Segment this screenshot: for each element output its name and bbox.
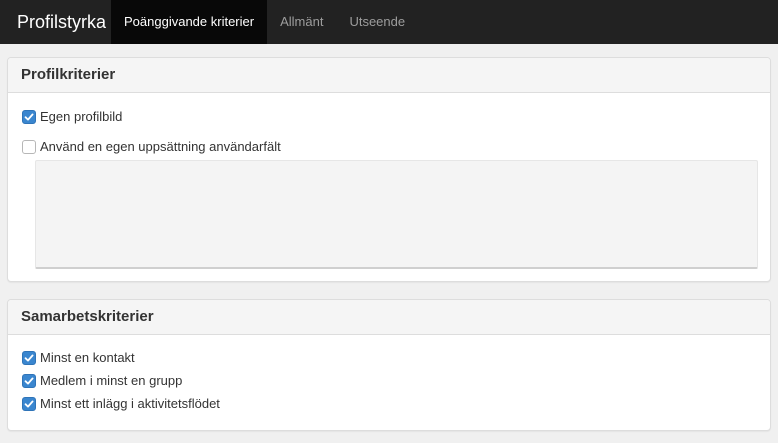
checkbox-checked[interactable] [22,373,36,388]
panel-title: Samarbetskriterier [8,300,770,335]
option-own-profile-picture[interactable]: Egen profilbild [22,109,122,124]
option-min-one-contact[interactable]: Minst en kontakt [22,350,135,365]
user-fields-textarea[interactable] [35,160,758,269]
panel-title: Profilkriterier [8,58,770,93]
option-label: Använd en egen uppsättning användarfält [40,139,281,154]
top-navbar: Profilstyrka Poänggivande kriterier Allm… [0,0,778,44]
tab-general[interactable]: Allmänt [267,0,336,44]
option-custom-user-fields[interactable]: Använd en egen uppsättning användarfält [22,139,281,154]
tab-scoring-criteria[interactable]: Poänggivande kriterier [111,0,268,44]
checkmark-icon [24,354,34,361]
profile-criteria-panel: Profilkriterier Egen profilbild Använd e… [7,57,771,282]
option-label: Minst ett inlägg i aktivitetsflödet [40,396,220,411]
option-activity-post[interactable]: Minst ett inlägg i aktivitetsflödet [22,396,220,411]
checkmark-icon [24,113,34,120]
checkbox-checked[interactable] [22,350,36,365]
option-label: Minst en kontakt [40,350,135,365]
option-label: Medlem i minst en grupp [40,373,183,388]
option-group-member[interactable]: Medlem i minst en grupp [22,373,182,388]
checkmark-icon [24,377,34,384]
checkbox-checked[interactable] [22,109,36,124]
option-label: Egen profilbild [40,109,123,124]
checkbox-checked[interactable] [22,396,36,411]
collaboration-criteria-panel: Samarbetskriterier Minst en kontakt Medl… [7,299,771,431]
tab-appearance[interactable]: Utseende [336,0,418,44]
checkmark-icon [24,400,34,407]
app-brand[interactable]: Profilstyrka [0,0,111,44]
checkbox-unchecked[interactable] [22,139,36,154]
